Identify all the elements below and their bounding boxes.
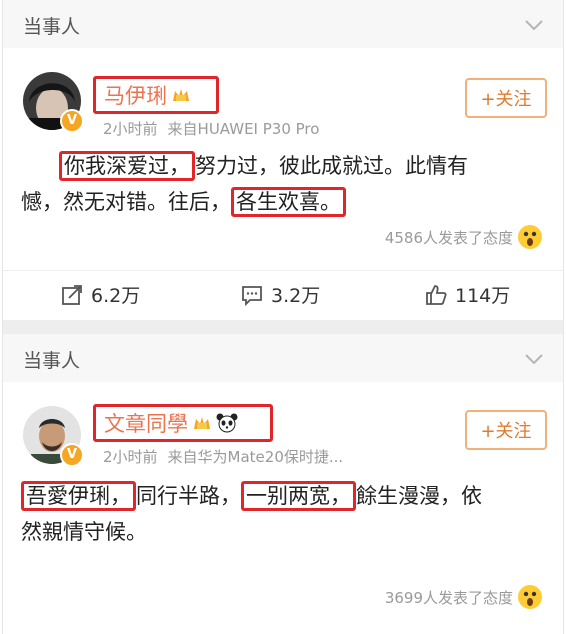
author-name[interactable]: 文章同學 — [104, 408, 188, 438]
verified-badge-icon: V — [60, 443, 84, 467]
surprised-emoji-icon — [518, 585, 542, 609]
reaction-summary[interactable]: 4586人发表了态度 — [385, 224, 543, 250]
post-body: 你我深爱过， 努力过，彼此成就过。此情有 憾，然无对错。往后， 各生欢喜。 — [21, 148, 539, 220]
post-time: 2小时前 — [103, 120, 158, 138]
post-body: 吾愛伊琍， 同行半路， 一别两宽， 餘生漫漫，依 然親情守候。 — [21, 478, 551, 550]
section-header: 当事人 — [3, 334, 563, 382]
comment-button[interactable]: 3.2万 — [241, 281, 320, 308]
avatar[interactable]: V — [23, 72, 84, 133]
verified-badge-icon: V — [60, 109, 84, 133]
reaction-summary[interactable]: 3699人发表了态度 — [385, 584, 543, 610]
post-source: 来自华为Mate20保时捷... — [167, 448, 344, 466]
post-source: 来自HUAWEI P30 Pro — [167, 120, 320, 138]
post-meta: 2小时前 来自华为Mate20保时捷... — [103, 446, 343, 467]
highlight-phrase: 吾愛伊琍， — [21, 481, 136, 511]
section-header: 当事人 — [3, 0, 563, 48]
post-actions: 6.2万 3.2万 114万 — [3, 270, 563, 321]
member-crown-icon — [173, 89, 189, 101]
avatar[interactable]: V — [23, 406, 84, 467]
panda-icon — [216, 413, 238, 433]
chevron-down-icon[interactable] — [523, 14, 545, 36]
highlight-phrase: 一别两宽， — [241, 481, 356, 511]
thumbs-up-icon — [426, 284, 447, 305]
repost-button[interactable]: 6.2万 — [61, 281, 140, 308]
post-card: V 马伊琍 2小时前 来自HUAWEI P30 Pro +关注 你我深爱过， 努力过… — [3, 48, 563, 307]
chevron-down-icon[interactable] — [523, 348, 545, 370]
section-title: 当事人 — [23, 350, 81, 372]
comment-icon — [242, 285, 262, 306]
repost-icon — [62, 284, 82, 305]
weibo-feed: 当事人 V 马伊琍 2小时前 来自HUAWEI P30 Pro +关注 你我深爱… — [2, 0, 564, 634]
follow-button[interactable]: +关注 — [465, 78, 547, 118]
section-title: 当事人 — [23, 16, 81, 38]
author-name[interactable]: 马伊琍 — [104, 80, 167, 110]
author-name-box[interactable]: 文章同學 — [93, 404, 273, 442]
surprised-emoji-icon — [518, 225, 542, 249]
post-card: V 文章同學 2小时前 来自华为Mate20保时捷... +关注 吾愛伊琍， 同行半… — [3, 382, 563, 634]
post-meta: 2小时前 来自HUAWEI P30 Pro — [103, 118, 319, 139]
member-crown-icon — [194, 417, 210, 429]
like-button[interactable]: 114万 — [425, 281, 510, 308]
author-name-box[interactable]: 马伊琍 — [93, 76, 219, 114]
highlight-phrase: 各生欢喜。 — [231, 187, 346, 217]
follow-button[interactable]: +关注 — [465, 410, 547, 450]
feed-divider — [3, 320, 563, 334]
post-time: 2小时前 — [103, 448, 158, 466]
highlight-phrase: 你我深爱过， — [59, 151, 195, 181]
